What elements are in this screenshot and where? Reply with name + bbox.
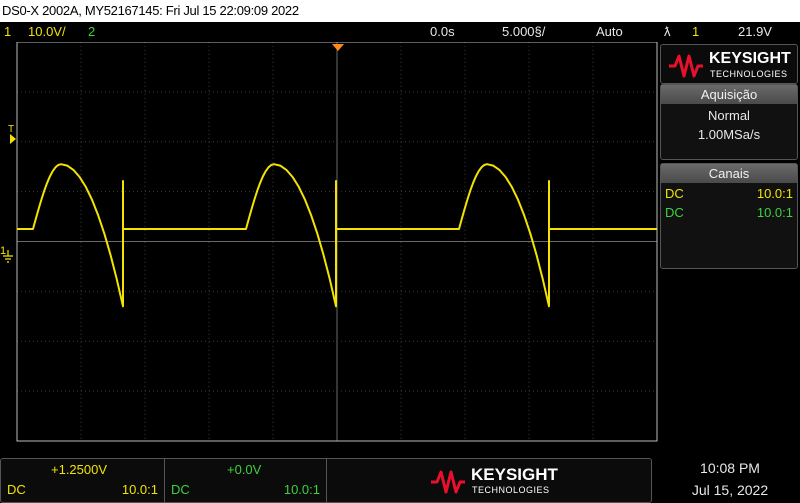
- clock-time: 10:08 PM: [700, 460, 760, 476]
- window-title: DS0-X 2002A, MY52167145: Fri Jul 15 22:0…: [0, 0, 800, 22]
- ch2-number[interactable]: 2: [88, 22, 95, 42]
- bottom-bar: +1.2500V DC 10.0:1 +0.0V DC 10.0:1 KEYSI…: [0, 458, 652, 503]
- channel-row-2[interactable]: DC 10.0:1: [661, 203, 797, 222]
- ch2-probe: 10.0:1: [756, 205, 793, 220]
- waveform-svg: T 1: [0, 42, 658, 442]
- acquisition-rate: 1.00MSa/s: [697, 127, 761, 142]
- clock-date: Jul 15, 2022: [691, 482, 769, 498]
- ch2-coupling-bottom: DC: [171, 482, 190, 497]
- trigger-edge-icon: ƛ: [664, 24, 671, 39]
- trigger-mode[interactable]: Auto: [596, 22, 623, 42]
- ch1-scale[interactable]: 10.0V/: [28, 22, 66, 42]
- time-offset[interactable]: 0.0s: [430, 22, 455, 42]
- brand-name: KEYSIGHT: [709, 50, 791, 67]
- ch1-softkey[interactable]: +1.2500V DC 10.0:1: [1, 459, 165, 502]
- trigger-source[interactable]: 1: [692, 22, 699, 42]
- acquisition-title: Aquisição: [661, 85, 797, 104]
- ch1-ground-label: 1: [0, 245, 6, 257]
- bottom-brand: KEYSIGHT TECHNOLOGIES: [327, 459, 651, 502]
- ch1-probe: 10.0:1: [756, 186, 793, 201]
- side-panel: KEYSIGHT TECHNOLOGIES Aquisição Normal 1…: [658, 42, 800, 442]
- channels-title: Canais: [661, 164, 797, 183]
- ch2-coupling: DC: [665, 205, 684, 220]
- ch2-softkey[interactable]: +0.0V DC 10.0:1: [165, 459, 327, 502]
- acquisition-mode: Normal: [708, 108, 750, 123]
- trigger-level[interactable]: 21.9V: [738, 22, 772, 42]
- trigger-level-label: T: [8, 124, 14, 135]
- keysight-wave-icon: [431, 470, 465, 494]
- ch1-coupling: DC: [665, 186, 684, 201]
- channel-row-1[interactable]: DC 10.0:1: [661, 184, 797, 203]
- brand-box: KEYSIGHT TECHNOLOGIES: [660, 44, 798, 84]
- time-scale[interactable]: 5.000§/: [502, 22, 545, 42]
- waveform-display[interactable]: T 1: [0, 42, 658, 442]
- ch1-probe-bottom: 10.0:1: [121, 482, 158, 497]
- ch2-probe-bottom: 10.0:1: [283, 482, 320, 497]
- keysight-wave-icon: [669, 54, 703, 78]
- ch1-coupling-bottom: DC: [7, 482, 26, 497]
- status-bar: 1 10.0V/ 2 0.0s 5.000§/ Auto ƛ 1 21.9V: [0, 22, 800, 42]
- brand-sub: TECHNOLOGIES: [710, 69, 788, 79]
- acquisition-panel[interactable]: Aquisição Normal 1.00MSa/s: [660, 84, 798, 160]
- clock: 10:08 PM Jul 15, 2022: [660, 458, 800, 503]
- bottom-brand-sub: TECHNOLOGIES: [472, 485, 550, 495]
- ch2-offset: +0.0V: [227, 462, 262, 477]
- bottom-brand-name: KEYSIGHT: [471, 465, 558, 484]
- ch1-number[interactable]: 1: [4, 22, 11, 42]
- channels-panel[interactable]: Canais DC 10.0:1 DC 10.0:1: [660, 163, 798, 269]
- ch1-offset: +1.2500V: [51, 462, 108, 477]
